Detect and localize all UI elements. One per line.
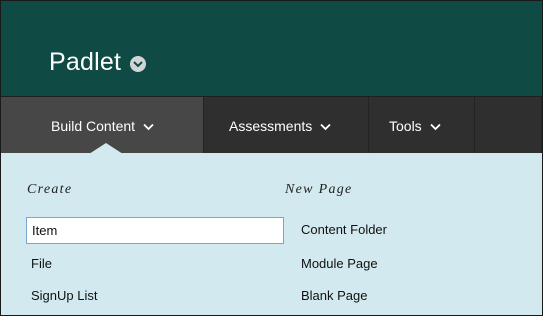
menu-item-module-page[interactable]: Module Page bbox=[301, 256, 378, 271]
tab-tools[interactable]: Tools bbox=[369, 97, 475, 154]
tab-assessments[interactable]: Assessments bbox=[204, 97, 369, 154]
create-heading: Create bbox=[27, 182, 73, 197]
course-header: Padlet bbox=[1, 1, 542, 96]
chevron-down-icon bbox=[320, 118, 331, 134]
chevron-down-icon bbox=[143, 118, 154, 134]
menu-item-item[interactable]: Item bbox=[26, 217, 284, 244]
content-navbar: Build Content Assessments Tools bbox=[1, 96, 542, 154]
course-title[interactable]: Padlet bbox=[49, 48, 121, 77]
dropdown-pointer bbox=[89, 143, 123, 154]
menu-item-content-folder[interactable]: Content Folder bbox=[301, 222, 387, 237]
window: Padlet Build Content Assessments Tools C… bbox=[0, 0, 543, 316]
menu-item-blank-page[interactable]: Blank Page bbox=[301, 288, 368, 303]
tab-label: Assessments bbox=[229, 117, 313, 134]
navbar-filler bbox=[475, 97, 542, 154]
new-page-heading: New Page bbox=[285, 182, 353, 197]
tab-label: Build Content bbox=[51, 117, 136, 134]
chevron-down-icon bbox=[430, 118, 441, 134]
course-menu-chevron-icon[interactable] bbox=[130, 56, 146, 72]
menu-item-signup-list[interactable]: SignUp List bbox=[31, 288, 97, 303]
menu-item-file[interactable]: File bbox=[31, 256, 52, 271]
build-content-dropdown: Create New Page Item File SignUp List Co… bbox=[1, 153, 542, 315]
tab-label: Tools bbox=[389, 117, 422, 134]
